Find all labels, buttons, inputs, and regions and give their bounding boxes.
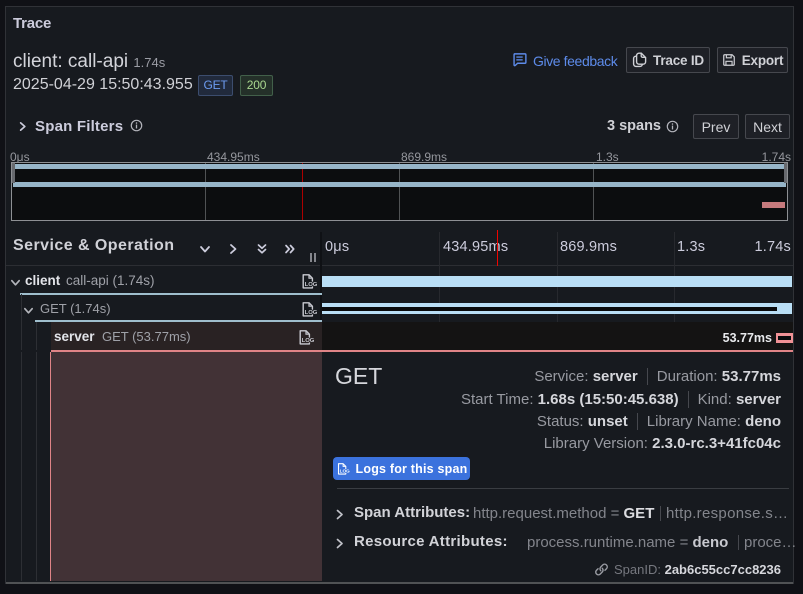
svg-text:LOG: LOG [339, 468, 349, 473]
svg-text:LOG: LOG [302, 338, 315, 344]
svg-text:LOG: LOG [305, 282, 318, 288]
svg-text:LOG: LOG [305, 310, 318, 316]
